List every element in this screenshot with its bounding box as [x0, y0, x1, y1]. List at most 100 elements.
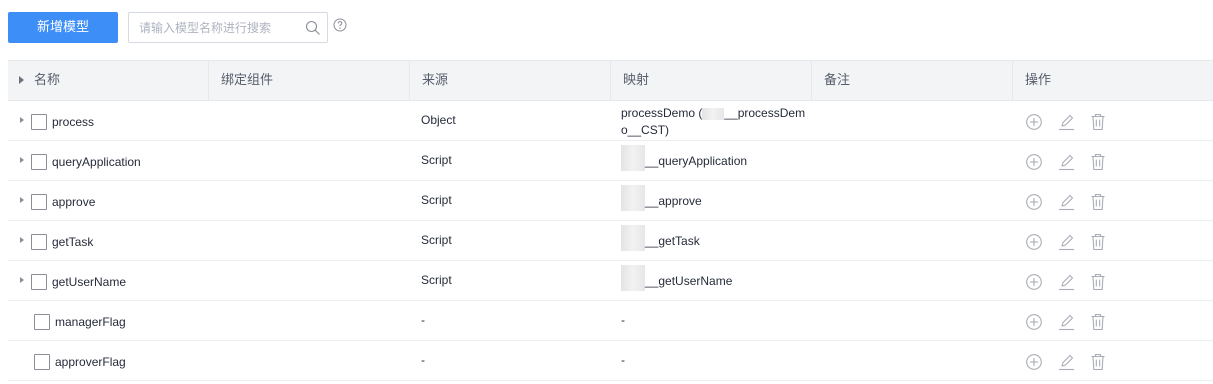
trash-icon[interactable] [1087, 112, 1109, 132]
mapping-text: - [621, 353, 625, 367]
mapping-cell: __approve [611, 181, 812, 220]
expand-row-caret-icon[interactable] [20, 117, 24, 123]
mapping-value: __getTask [645, 234, 700, 249]
header-name[interactable]: 名称 [8, 61, 209, 100]
header-source: 来源 [410, 61, 611, 100]
row-checkbox[interactable] [34, 314, 50, 330]
edit-icon[interactable] [1055, 112, 1077, 132]
table-row: managerFlag - - [8, 301, 1213, 341]
source-text: Script [421, 193, 452, 207]
source-text: - [421, 313, 425, 327]
name-cell: process [8, 101, 209, 140]
help-circle-icon[interactable] [333, 18, 347, 32]
mapping-value: - [621, 313, 625, 327]
row-checkbox[interactable] [31, 194, 47, 210]
bound-component-cell [209, 341, 410, 380]
add-circle-icon[interactable] [1023, 312, 1045, 332]
row-actions [1023, 352, 1109, 372]
model-name: queryApplication [52, 155, 141, 169]
row-actions [1023, 312, 1109, 332]
remark-cell [812, 141, 1013, 180]
expand-row-caret-icon[interactable] [20, 277, 24, 283]
edit-icon[interactable] [1055, 152, 1077, 172]
model-name: approve [52, 195, 96, 209]
mapping-value: __getUserName [645, 274, 733, 289]
model-name: process [52, 115, 95, 129]
remark-cell [812, 101, 1013, 140]
actions-cell [1013, 141, 1213, 180]
remark-cell [812, 181, 1013, 220]
table-body: process Object processDemo (__processDem o_… [8, 101, 1213, 381]
trash-icon[interactable] [1087, 232, 1109, 252]
add-circle-icon[interactable] [1023, 232, 1045, 252]
expand-row-caret-icon[interactable] [20, 197, 24, 203]
source-cell: Script [410, 261, 611, 300]
mapping-value: - [621, 353, 625, 367]
row-actions [1023, 192, 1109, 212]
trash-icon[interactable] [1087, 352, 1109, 372]
header-bound-component: 绑定组件 [209, 61, 410, 100]
row-actions [1023, 152, 1109, 172]
row-checkbox[interactable] [31, 274, 47, 290]
add-model-button[interactable]: 新增模型 [8, 12, 118, 43]
name-cell: getUserName [8, 261, 209, 300]
search-icon[interactable] [305, 20, 321, 36]
expand-all-caret-icon[interactable] [19, 76, 24, 84]
edit-icon[interactable] [1055, 272, 1077, 292]
mapping-line2: o__CST) [621, 123, 670, 137]
add-circle-icon[interactable] [1023, 272, 1045, 292]
remark-cell [812, 221, 1013, 260]
trash-icon[interactable] [1087, 192, 1109, 212]
actions-cell [1013, 181, 1213, 220]
mapping-text: __approve [621, 185, 702, 211]
trash-icon[interactable] [1087, 272, 1109, 292]
row-actions [1023, 232, 1109, 252]
mapping-cell: __getTask [611, 221, 812, 260]
source-cell: Script [410, 221, 611, 260]
table-row: approve Script __approve [8, 181, 1213, 221]
source-text: Object [421, 113, 456, 127]
edit-icon[interactable] [1055, 232, 1077, 252]
actions-cell [1013, 261, 1213, 300]
model-name: getUserName [52, 275, 127, 289]
redacted-block [621, 225, 645, 251]
add-circle-icon[interactable] [1023, 192, 1045, 212]
actions-cell [1013, 101, 1213, 140]
table-row: getTask Script __getTask [8, 221, 1213, 261]
row-checkbox[interactable] [31, 154, 47, 170]
row-checkbox[interactable] [31, 114, 47, 130]
mapping-text: processDemo (__processDem o__CST) [621, 105, 811, 139]
mapping-text: __getUserName [621, 265, 733, 291]
add-circle-icon[interactable] [1023, 112, 1045, 132]
model-name: getTask [52, 235, 94, 249]
mapping-text: __queryApplication [621, 145, 747, 171]
edit-icon[interactable] [1055, 192, 1077, 212]
table-row: getUserName Script __getUserName [8, 261, 1213, 301]
mapping-cell: - [611, 341, 812, 380]
model-name: managerFlag [55, 315, 126, 329]
bound-component-cell [209, 301, 410, 340]
mapping-value: __approve [645, 194, 702, 209]
mapping-cell: __queryApplication [611, 141, 812, 180]
edit-icon[interactable] [1055, 352, 1077, 372]
source-cell: Script [410, 141, 611, 180]
trash-icon[interactable] [1087, 152, 1109, 172]
source-cell: Script [410, 181, 611, 220]
expand-row-caret-icon[interactable] [20, 237, 24, 243]
redacted-block [702, 107, 725, 120]
trash-icon[interactable] [1087, 312, 1109, 332]
row-checkbox[interactable] [34, 354, 50, 370]
bound-component-cell [209, 141, 410, 180]
bound-component-cell [209, 101, 410, 140]
source-text: Script [421, 153, 452, 167]
add-circle-icon[interactable] [1023, 152, 1045, 172]
row-checkbox[interactable] [31, 234, 47, 250]
expand-row-caret-icon[interactable] [20, 157, 24, 163]
search-input[interactable] [129, 13, 299, 42]
add-circle-icon[interactable] [1023, 352, 1045, 372]
edit-icon[interactable] [1055, 312, 1077, 332]
table-row: queryApplication Script __queryApplication [8, 141, 1213, 181]
search-box [128, 12, 328, 43]
mapping-text: __getTask [621, 225, 700, 251]
name-cell: approverFlag [8, 341, 209, 380]
